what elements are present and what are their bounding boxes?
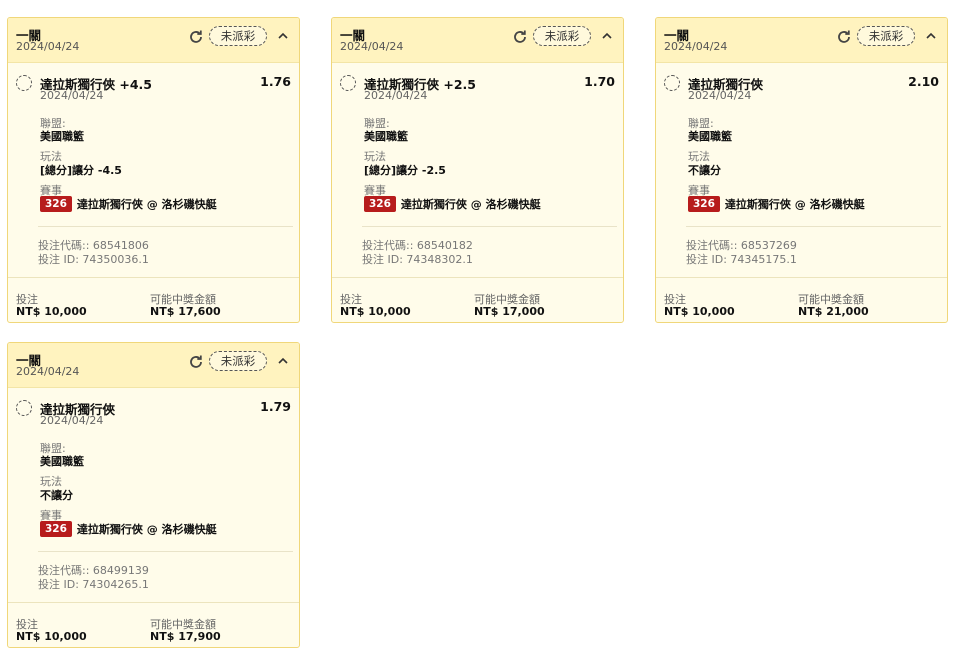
league-value: 美國職籃 [364,130,408,143]
bet-card-header: 一關 2024/04/24 未派彩 [8,343,299,388]
selection-date: 2024/04/24 [688,89,752,102]
potential-win-value: NT$ 21,000 [798,305,869,318]
refresh-icon[interactable] [187,28,204,45]
event-name: 達拉斯獨行俠 @ 洛杉磯快艇 [400,198,541,211]
bet-date: 2024/04/24 [16,40,80,53]
stake-value: NT$ 10,000 [16,305,87,318]
bet-id: 投注 ID: 74345175.1 [686,253,797,266]
divider [656,277,947,278]
event-row: 326 達拉斯獨行俠 @ 洛杉磯快艇 [40,521,217,537]
bet-card-header: 一關 2024/04/24 未派彩 [656,18,947,63]
play-value: 不讓分 [40,489,73,502]
divider [8,602,299,603]
event-name: 達拉斯獨行俠 @ 洛杉磯快艇 [76,523,217,536]
chevron-up-icon[interactable] [275,27,291,45]
divider [362,226,617,227]
bet-date: 2024/04/24 [664,40,728,53]
potential-win-value: NT$ 17,600 [150,305,221,318]
bet-id: 投注 ID: 74348302.1 [362,253,473,266]
league-value: 美國職籃 [688,130,732,143]
event-name: 達拉斯獨行俠 @ 洛杉磯快艇 [724,198,865,211]
bet-card-4: 一關 2024/04/24 未派彩 達拉斯獨行俠 1.79 2024/04/24… [7,342,300,648]
event-row: 326 達拉斯獨行俠 @ 洛杉磯快艇 [364,196,541,212]
bet-id: 投注 ID: 74304265.1 [38,578,149,591]
bet-id: 投注 ID: 74350036.1 [38,253,149,266]
chevron-up-icon[interactable] [599,27,615,45]
refresh-icon[interactable] [511,28,528,45]
play-value: [總分]讓分 -2.5 [364,164,446,177]
selection-odds: 2.10 [908,74,939,89]
bet-card-1: 一關 2024/04/24 未派彩 達拉斯獨行俠 +4.5 1.76 2024/… [7,17,300,323]
event-row: 326 達拉斯獨行俠 @ 洛杉磯快艇 [688,196,865,212]
event-row: 326 達拉斯獨行俠 @ 洛杉磯快艇 [40,196,217,212]
select-circle-icon[interactable] [16,400,32,416]
status-badge: 未派彩 [533,26,591,46]
divider [332,277,623,278]
refresh-icon[interactable] [835,28,852,45]
bet-date: 2024/04/24 [340,40,404,53]
event-name: 達拉斯獨行俠 @ 洛杉磯快艇 [76,198,217,211]
bet-card-3: 一關 2024/04/24 未派彩 達拉斯獨行俠 2.10 2024/04/24… [655,17,948,323]
stake-value: NT$ 10,000 [340,305,411,318]
stake-value: NT$ 10,000 [664,305,735,318]
refresh-icon[interactable] [187,353,204,370]
selection-date: 2024/04/24 [40,414,104,427]
divider [38,551,293,552]
play-value: 不讓分 [688,164,721,177]
selection-date: 2024/04/24 [364,89,428,102]
selection-odds: 1.70 [584,74,615,89]
league-value: 美國職籃 [40,455,84,468]
bet-card-2: 一關 2024/04/24 未派彩 達拉斯獨行俠 +2.5 1.70 2024/… [331,17,624,323]
divider [8,277,299,278]
status-badge: 未派彩 [209,26,267,46]
select-circle-icon[interactable] [664,75,680,91]
event-id-badge: 326 [40,196,72,212]
select-circle-icon[interactable] [340,75,356,91]
event-id-badge: 326 [364,196,396,212]
potential-win-value: NT$ 17,000 [474,305,545,318]
bet-card-header: 一關 2024/04/24 未派彩 [332,18,623,63]
divider [38,226,293,227]
selection-odds: 1.79 [260,399,291,414]
selection-date: 2024/04/24 [40,89,104,102]
chevron-up-icon[interactable] [923,27,939,45]
divider [686,226,941,227]
event-id-badge: 326 [688,196,720,212]
status-badge: 未派彩 [209,351,267,371]
stake-value: NT$ 10,000 [16,630,87,643]
chevron-up-icon[interactable] [275,352,291,370]
bet-date: 2024/04/24 [16,365,80,378]
league-value: 美國職籃 [40,130,84,143]
status-badge: 未派彩 [857,26,915,46]
play-value: [總分]讓分 -4.5 [40,164,122,177]
bet-card-header: 一關 2024/04/24 未派彩 [8,18,299,63]
event-id-badge: 326 [40,521,72,537]
potential-win-value: NT$ 17,900 [150,630,221,643]
selection-odds: 1.76 [260,74,291,89]
select-circle-icon[interactable] [16,75,32,91]
